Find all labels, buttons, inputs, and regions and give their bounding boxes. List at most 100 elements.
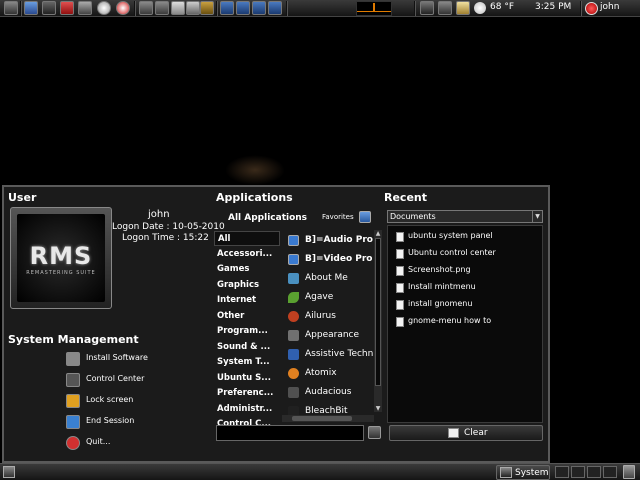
search-icon[interactable]: [368, 426, 381, 439]
category-preferences[interactable]: Preferenc...: [214, 386, 280, 401]
favorites-tab[interactable]: Favorites: [322, 213, 354, 221]
app-item[interactable]: B]=Video Pro: [282, 251, 374, 269]
control-center-icon: [66, 373, 80, 387]
system-monitor-graph[interactable]: [356, 1, 392, 16]
logo-subtext: REMASTERING SUITE: [26, 270, 96, 276]
category-other[interactable]: Other: [214, 309, 280, 324]
category-system-tools[interactable]: System T...: [214, 355, 280, 370]
category-ubuntu-software[interactable]: Ubuntu S...: [214, 371, 280, 386]
user-section-title: User: [8, 191, 37, 204]
clock[interactable]: 3:25 PM: [535, 2, 571, 12]
category-graphics[interactable]: Graphics: [214, 278, 280, 293]
desktop-background-glow: [225, 155, 285, 185]
opera-icon[interactable]: [116, 1, 130, 15]
scroll-down-icon[interactable]: ▼: [374, 405, 382, 412]
favorites-icon[interactable]: [359, 211, 371, 223]
app-item[interactable]: B]=Audio Pro: [282, 232, 374, 250]
graph-spike: [373, 3, 375, 12]
launcher-icon[interactable]: [4, 1, 18, 15]
recent-filter-select[interactable]: Documents ▼: [387, 210, 543, 223]
show-desktop-icon[interactable]: [3, 466, 15, 478]
chevron-down-icon[interactable]: ▼: [532, 211, 542, 222]
editor-icon[interactable]: [171, 1, 185, 15]
category-sound-video[interactable]: Sound & ...: [214, 340, 280, 355]
trash-icon[interactable]: [623, 465, 635, 479]
about-me-icon: [288, 273, 299, 284]
application-list: B]=Audio Pro B]=Video Pro About Me Agave…: [282, 230, 374, 426]
user-full-name: john: [148, 209, 170, 220]
pdf-icon[interactable]: [60, 1, 74, 15]
terminal-icon[interactable]: [42, 1, 56, 15]
app-label: Agave: [305, 292, 334, 302]
category-games[interactable]: Games: [214, 262, 280, 277]
app-item[interactable]: Assistive Techn: [282, 346, 374, 364]
atomix-icon: [288, 368, 299, 379]
volume-icon[interactable]: [438, 1, 452, 15]
system-button[interactable]: System: [496, 465, 550, 480]
workspace-2-icon[interactable]: [236, 1, 250, 15]
system-management-title: System Management: [8, 333, 139, 346]
files-icon[interactable]: [139, 1, 153, 15]
desktop: 68 °F 3:25 PM john User RMS REMASTERING …: [0, 0, 640, 480]
app-list-scrollbar[interactable]: ▲ ▼: [374, 230, 382, 412]
hscroll-thumb[interactable]: [292, 416, 352, 421]
category-programming[interactable]: Program...: [214, 324, 280, 339]
document-icon: [396, 300, 404, 310]
document-icon: [396, 266, 404, 276]
quit-label: Quit...: [86, 437, 111, 446]
app-item[interactable]: Appearance: [282, 327, 374, 345]
bottom-panel: System: [0, 463, 640, 480]
document-icon: [396, 232, 404, 242]
ailurus-icon: [288, 311, 299, 322]
recent-item-label: Ubuntu control center: [408, 248, 496, 257]
category-administration[interactable]: Administr...: [214, 402, 280, 417]
workspace-switcher-2[interactable]: [571, 466, 585, 478]
weather-icon[interactable]: [474, 2, 486, 14]
power-icon: [585, 2, 598, 15]
app-item[interactable]: About Me: [282, 270, 374, 288]
all-applications-tab[interactable]: All Applications: [228, 213, 307, 223]
panel-separator: [286, 1, 288, 16]
recent-item-label: Install mintmenu: [408, 282, 476, 291]
workspace-switcher-4[interactable]: [603, 466, 617, 478]
lock-icon: [66, 394, 80, 408]
search-input[interactable]: [216, 425, 364, 441]
docs-icon[interactable]: [186, 1, 200, 15]
app-item[interactable]: Ailurus: [282, 308, 374, 326]
app-item[interactable]: Agave: [282, 289, 374, 307]
mail-icon[interactable]: [456, 1, 470, 15]
workspace-1-icon[interactable]: [220, 1, 234, 15]
clear-button[interactable]: Clear: [389, 425, 543, 441]
firefox-icon[interactable]: [24, 1, 38, 15]
panel-separator: [134, 1, 136, 16]
app-item[interactable]: Atomix: [282, 365, 374, 383]
user-avatar[interactable]: RMS REMASTERING SUITE: [10, 207, 112, 309]
end-session-label: End Session: [86, 416, 135, 425]
workspace-3-icon[interactable]: [252, 1, 266, 15]
mail-app-icon[interactable]: [200, 1, 214, 15]
workspace-4-icon[interactable]: [268, 1, 282, 15]
category-all[interactable]: All: [214, 231, 280, 246]
logon-date: Logon Date : 10-05-2010: [112, 222, 225, 232]
network-icon[interactable]: [420, 1, 434, 15]
scroll-up-icon[interactable]: ▲: [374, 230, 382, 237]
clock-app-icon[interactable]: [97, 1, 111, 15]
recent-item-label: ubuntu system panel: [408, 231, 493, 240]
recent-title: Recent: [384, 191, 428, 204]
user-switcher[interactable]: john: [585, 1, 629, 16]
app-label: Audacious: [305, 387, 352, 397]
workspace-switcher-1[interactable]: [555, 466, 569, 478]
category-internet[interactable]: Internet: [214, 293, 280, 308]
panel-separator: [580, 1, 582, 16]
category-list: All Accessori... Games Graphics Internet…: [214, 230, 280, 426]
app-list-hscrollbar[interactable]: [282, 415, 374, 422]
monitor-icon[interactable]: [78, 1, 92, 15]
notes-icon[interactable]: [155, 1, 169, 15]
workspace-switcher-3[interactable]: [587, 466, 601, 478]
category-accessories[interactable]: Accessori...: [214, 247, 280, 262]
app-item[interactable]: Audacious: [282, 384, 374, 402]
system-label: System: [515, 468, 549, 478]
panel-separator: [20, 1, 22, 16]
scroll-thumb[interactable]: [375, 238, 381, 386]
recent-filter-value: Documents: [390, 212, 436, 221]
